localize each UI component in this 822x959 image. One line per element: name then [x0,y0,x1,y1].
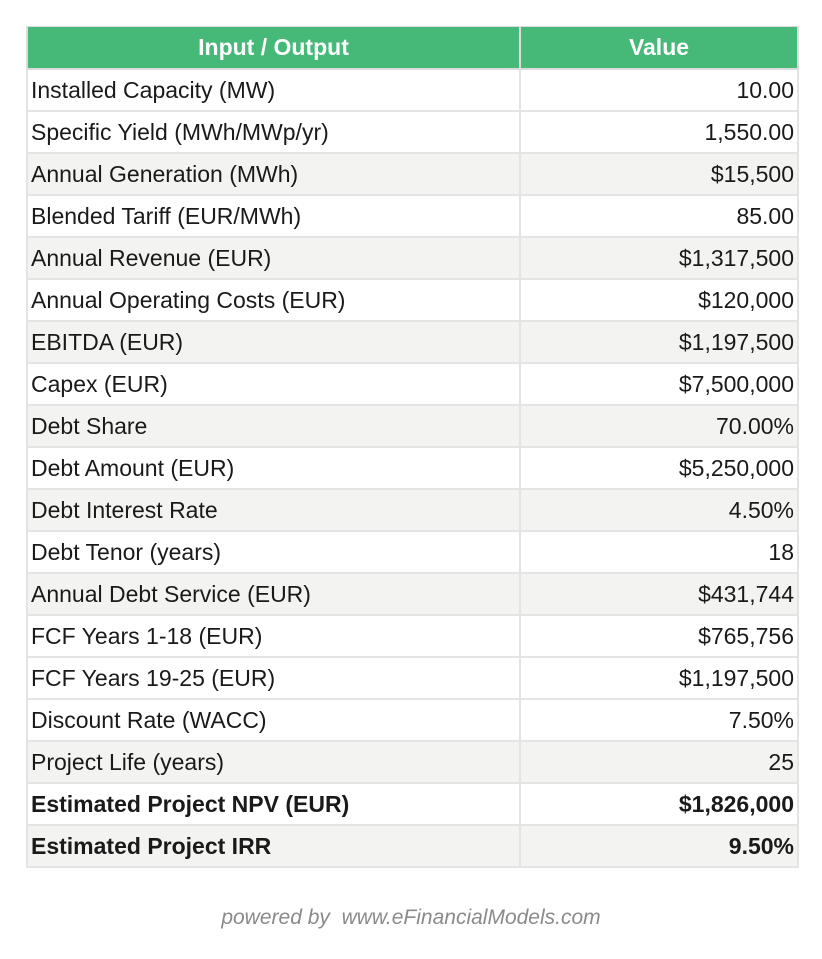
table-row: Annual Generation (MWh) $15,500 [26,152,799,196]
table-row: Installed Capacity (MW) 10.00 [26,68,799,112]
row-value: 10.00 [519,68,799,112]
row-value: 25 [519,740,799,784]
column-header-value: Value [519,26,799,70]
table-row: Debt Share 70.00% [26,404,799,448]
table-row: Annual Operating Costs (EUR) $120,000 [26,278,799,322]
npv-label: Estimated Project NPV (EUR) [26,782,521,826]
results-table-container: Input / Output Value Installed Capacity … [26,26,799,868]
row-label: Project Life (years) [26,740,521,784]
row-value: 4.50% [519,488,799,532]
irr-value: 9.50% [519,824,799,868]
row-label: Capex (EUR) [26,362,521,406]
row-label: Annual Operating Costs (EUR) [26,278,521,322]
table-row: Annual Revenue (EUR) $1,317,500 [26,236,799,280]
table-row: Project Life (years) 25 [26,740,799,784]
row-value: $7,500,000 [519,362,799,406]
row-value: $1,197,500 [519,320,799,364]
row-value: $765,756 [519,614,799,658]
row-value: $1,197,500 [519,656,799,700]
row-label: Debt Share [26,404,521,448]
row-label: Specific Yield (MWh/MWp/yr) [26,110,521,154]
row-label: Blended Tariff (EUR/MWh) [26,194,521,238]
table-row: EBITDA (EUR) $1,197,500 [26,320,799,364]
row-value: 85.00 [519,194,799,238]
row-label: Debt Amount (EUR) [26,446,521,490]
table-row: Debt Amount (EUR) $5,250,000 [26,446,799,490]
row-value: 7.50% [519,698,799,742]
results-table: Input / Output Value Installed Capacity … [26,26,799,868]
row-label: Debt Interest Rate [26,488,521,532]
table-row: FCF Years 19-25 (EUR) $1,197,500 [26,656,799,700]
table-row: Debt Tenor (years) 18 [26,530,799,574]
row-value: $431,744 [519,572,799,616]
table-row-npv: Estimated Project NPV (EUR) $1,826,000 [26,782,799,826]
row-label: Discount Rate (WACC) [26,698,521,742]
table-row: Specific Yield (MWh/MWp/yr) 1,550.00 [26,110,799,154]
row-value: $5,250,000 [519,446,799,490]
table-row-irr: Estimated Project IRR 9.50% [26,824,799,868]
table-row: Blended Tariff (EUR/MWh) 85.00 [26,194,799,238]
npv-value: $1,826,000 [519,782,799,826]
column-header-input-output: Input / Output [26,26,521,70]
row-label: Annual Revenue (EUR) [26,236,521,280]
table-row: Capex (EUR) $7,500,000 [26,362,799,406]
table-header-row: Input / Output Value [26,26,799,70]
row-value: $15,500 [519,152,799,196]
table-row: Discount Rate (WACC) 7.50% [26,698,799,742]
row-label: Installed Capacity (MW) [26,68,521,112]
powered-by-footer: powered by www.eFinancialModels.com [221,906,601,929]
row-label: FCF Years 1-18 (EUR) [26,614,521,658]
row-value: 1,550.00 [519,110,799,154]
row-label: EBITDA (EUR) [26,320,521,364]
table-row: FCF Years 1-18 (EUR) $765,756 [26,614,799,658]
table-row: Annual Debt Service (EUR) $431,744 [26,572,799,616]
row-label: Debt Tenor (years) [26,530,521,574]
row-label: Annual Debt Service (EUR) [26,572,521,616]
irr-label: Estimated Project IRR [26,824,521,868]
row-value: $120,000 [519,278,799,322]
row-value: 70.00% [519,404,799,448]
row-label: FCF Years 19-25 (EUR) [26,656,521,700]
table-row: Debt Interest Rate 4.50% [26,488,799,532]
row-value: $1,317,500 [519,236,799,280]
row-label: Annual Generation (MWh) [26,152,521,196]
row-value: 18 [519,530,799,574]
